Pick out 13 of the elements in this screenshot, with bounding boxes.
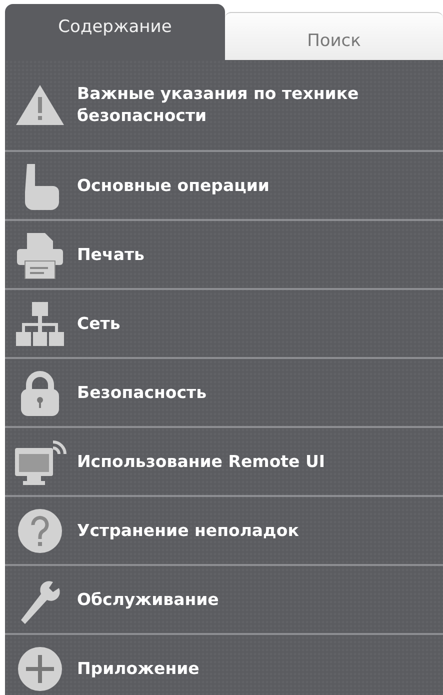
tab[interactable]: Содержание xyxy=(5,4,225,60)
monitor-icon xyxy=(13,438,67,486)
contents-item[interactable]: Использование Remote UI xyxy=(77,450,326,472)
contents-item[interactable]: Приложение xyxy=(77,658,200,680)
contents-item[interactable]: Важные указания по технике безопасности xyxy=(77,83,433,127)
tab[interactable]: Поиск xyxy=(225,12,443,60)
network-icon xyxy=(13,300,67,348)
contents-item[interactable]: Обслуживание xyxy=(77,588,219,610)
contents-item[interactable]: Печать xyxy=(77,244,144,266)
contents-item[interactable]: Сеть xyxy=(77,312,120,334)
contents-item[interactable]: Основные операции xyxy=(77,174,270,196)
contents-item[interactable]: Устранение неполадок xyxy=(77,520,299,542)
contents-item[interactable]: Безопасность xyxy=(77,382,207,404)
